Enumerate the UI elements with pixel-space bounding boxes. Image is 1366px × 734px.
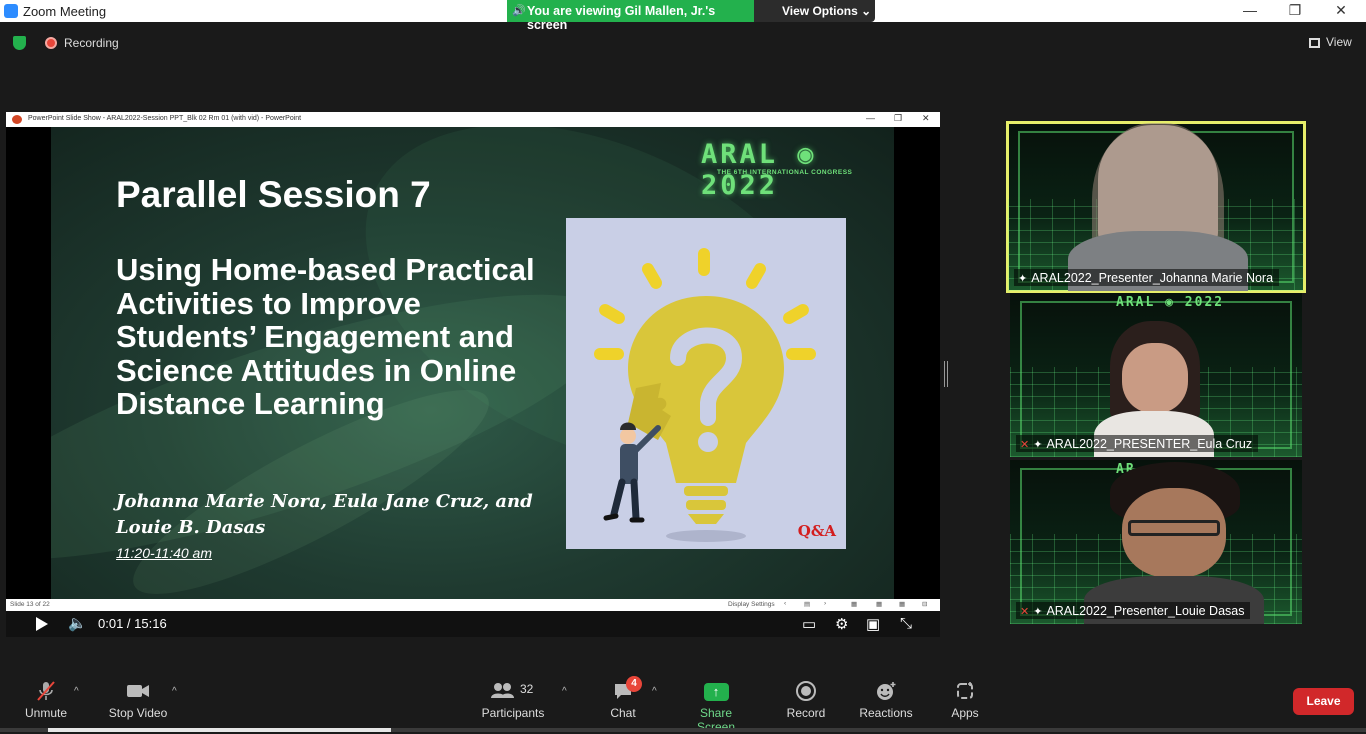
panel-resize-handle[interactable]	[944, 361, 948, 387]
chat-unread-badge: 4	[626, 676, 642, 692]
prev-slide-icon: ‹	[784, 600, 787, 607]
participant-name: ✕ ✦ ARAL2022_Presenter_Louie Dasas	[1016, 602, 1251, 619]
record-icon	[784, 680, 828, 702]
sorter-view-icon: ▦	[876, 601, 883, 608]
recording-label[interactable]: Recording	[64, 36, 119, 50]
apps-button[interactable]: Apps	[948, 680, 982, 720]
mic-muted-icon	[22, 680, 70, 702]
display-settings-label: Display Settings	[728, 601, 775, 608]
participant-name: ✦ ARAL2022_Presenter_Johanna Marie Nora	[1014, 269, 1280, 286]
reactions-button[interactable]: Reactions	[858, 680, 914, 720]
share-screen-icon: ↑	[680, 680, 752, 702]
meeting-toolbar: Unmute ^ Stop Video ^ 32 Participants ^ …	[0, 666, 1366, 734]
maximize-button[interactable]: ❐	[1283, 2, 1307, 19]
speaker-icon: 🔊	[512, 5, 526, 17]
powerpoint-window-title: PowerPoint Slide Show - ARAL2022-Session…	[28, 115, 302, 122]
slide-counter: Slide 13 of 22	[10, 601, 50, 608]
ppt-close-icon: ✕	[922, 113, 930, 123]
participant-tile-johanna[interactable]: ✦ ARAL2022_Presenter_Johanna Marie Nora	[1006, 121, 1306, 293]
slide-authors: Johanna Marie Nora, Eula Jane Cruz, and …	[116, 491, 533, 538]
participant-tile-louie[interactable]: AR ✕ ✦ ARAL2022_Presenter_Louie Dasas	[1010, 460, 1302, 624]
participants-icon: 32	[480, 680, 546, 702]
slide-title: Parallel Session 7	[116, 174, 431, 215]
video-time: 0:01 / 15:16	[98, 616, 167, 631]
reading-view-icon: ▦	[899, 601, 906, 608]
security-shield-icon[interactable]	[13, 36, 26, 50]
next-slide-icon: ›	[824, 600, 827, 607]
powerpoint-statusbar: Slide 13 of 22 Display Settings ‹ ▤ › ▦ …	[6, 599, 940, 611]
exit-fullscreen-icon: ⤡	[900, 615, 913, 632]
powerpoint-titlebar: PowerPoint Slide Show - ARAL2022-Session…	[6, 112, 940, 127]
spotlight-pin-icon: ✦	[1033, 606, 1043, 618]
qa-label: Q&A	[797, 522, 836, 540]
chat-options-caret-icon[interactable]: ^	[652, 686, 657, 697]
aral-2022-mini-logo: ARAL ◉ 2022	[1116, 295, 1225, 310]
stop-video-button[interactable]: Stop Video	[106, 680, 170, 720]
close-button[interactable]: ✕	[1329, 2, 1353, 19]
leave-button[interactable]: Leave	[1293, 688, 1354, 715]
slide-subtitle: Using Home-based Practical Activities to…	[116, 252, 535, 421]
view-button[interactable]: View	[1326, 35, 1352, 49]
participants-options-caret-icon[interactable]: ^	[562, 686, 567, 697]
ppt-minimize-icon: —	[866, 113, 875, 123]
share-screen-button[interactable]: ↑ Share Screen	[680, 680, 752, 734]
recording-icon	[45, 37, 57, 49]
record-button[interactable]: Record	[784, 680, 828, 720]
slide-nav-icon: ▤	[804, 601, 811, 608]
presentation-slide: ARAL ◉ 2022 THE 6TH INTERNATIONAL CONGRE…	[51, 127, 894, 599]
video-options-caret-icon[interactable]: ^	[172, 686, 177, 697]
aral-logo-subtitle: THE 6TH INTERNATIONAL CONGRESS	[717, 169, 853, 176]
viewing-screen-text: You are viewing Gil Mallen, Jr.'s screen	[527, 4, 716, 32]
taskbar-strip	[0, 728, 1366, 732]
participant-tile-eula[interactable]: ARAL ◉ 2022 ✕ ✦ ARAL2022_PRESENTER_Eula Cr…	[1010, 293, 1302, 457]
normal-view-icon: ▦	[851, 601, 858, 608]
unmute-button[interactable]: Unmute	[22, 680, 70, 720]
reactions-smiley-icon	[858, 680, 914, 702]
volume-icon: 🔈	[68, 615, 87, 632]
minimize-button[interactable]: —	[1238, 2, 1262, 18]
viewing-screen-banner: 🔊 You are viewing Gil Mallen, Jr.'s scre…	[507, 0, 754, 32]
view-options-button[interactable]: View Options ⌄	[754, 0, 875, 22]
window-title: Zoom Meeting	[23, 4, 107, 19]
captions-icon: ▭	[802, 616, 817, 633]
participants-button[interactable]: 32 Participants	[480, 680, 546, 720]
powerpoint-icon	[12, 115, 22, 124]
view-grid-icon	[1309, 38, 1320, 48]
slideshow-view-icon: ⊟	[922, 601, 928, 608]
shared-screen: PowerPoint Slide Show - ARAL2022-Session…	[6, 112, 940, 637]
video-player-controls: 🔈 0:01 / 15:16 ▭ ⚙ ▣ ⤡	[6, 611, 940, 637]
mic-muted-icon: ✕	[1020, 606, 1030, 618]
participant-name: ✕ ✦ ARAL2022_PRESENTER_Eula Cruz	[1016, 435, 1259, 452]
slide-time: 11:20-11:40 am	[116, 545, 212, 561]
participants-count: 32	[520, 682, 534, 696]
spotlight-pin-icon: ✦	[1033, 439, 1043, 451]
settings-gear-icon: ⚙	[835, 616, 849, 633]
audio-options-caret-icon[interactable]: ^	[74, 686, 79, 697]
ppt-restore-icon: ❐	[894, 113, 903, 123]
lightbulb-question-illustration: Q&A	[566, 218, 846, 549]
mic-muted-icon: ✕	[1020, 439, 1030, 451]
video-camera-icon	[106, 680, 170, 702]
miniplayer-icon: ▣	[866, 616, 881, 633]
spotlight-pin-icon: ✦	[1018, 273, 1028, 285]
play-icon	[36, 617, 48, 631]
zoom-app-icon	[4, 4, 18, 18]
apps-icon	[948, 680, 982, 702]
